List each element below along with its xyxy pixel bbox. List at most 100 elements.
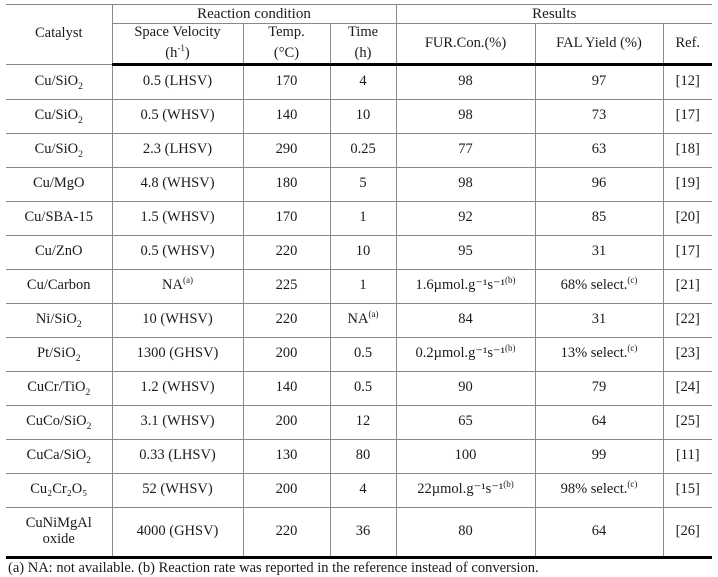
cell-ref: [15] (662, 472, 713, 508)
cell-temperature-value: 200 (275, 481, 298, 498)
cell-fur-conversion-value: 65 (458, 413, 473, 430)
cell-ref-value: [22] (675, 311, 700, 328)
cell-time: 10 (329, 98, 397, 134)
cell-ref-value: [17] (675, 107, 700, 124)
cell-time-value: 10 (355, 243, 371, 260)
cell-fal-yield-value: 63 (591, 141, 607, 158)
cell-fal-yield-superscript: (c) (627, 343, 638, 354)
cell-fur-conversion: 80 (395, 506, 536, 559)
cell-catalyst-subscript: 2 (85, 387, 91, 399)
cell-temperature: 200 (242, 404, 331, 440)
table-row: CuNiMgAl oxide 4000 (GHSV) 220 36 80 64 [26] (6, 506, 713, 559)
table-header: Catalyst Reaction condition Results Spac… (6, 3, 713, 66)
cell-space-velocity: 2.3 (LHSV) (111, 132, 244, 168)
cell-ref: [26] (662, 506, 713, 559)
cell-catalyst: Cu/Carbon (6, 268, 113, 304)
cell-space-velocity: 52 (WHSV) (111, 472, 244, 508)
cell-fur-conversion: 90 (395, 370, 536, 406)
cell-space-velocity-value: 52 (WHSV) (142, 481, 213, 498)
cell-fal-yield: 31 (534, 234, 664, 270)
cell-temperature: 200 (242, 472, 331, 508)
cell-space-velocity: 4000 (GHSV) (111, 506, 244, 559)
cell-fur-conversion: 95 (395, 234, 536, 270)
cell-temperature-value: 220 (275, 243, 298, 260)
cell-catalyst-value: Cu₂Cr₂O₅ (30, 481, 88, 498)
table-row: Cu/Carbon NA(a) 225 1 1.6µmol.g⁻¹s⁻¹(b) 68% s… (6, 268, 713, 304)
cell-fur-conversion-value: 0.2µmol.g⁻¹s⁻¹ (415, 345, 506, 362)
cell-catalyst-subscript: 2 (76, 319, 82, 331)
cell-fal-yield-value: 31 (591, 243, 607, 260)
cell-time-superscript: (a) (368, 309, 379, 320)
cell-fal-yield: 13% select.(c) (534, 336, 664, 372)
cell-ref-value: [11] (675, 447, 700, 464)
cell-fal-yield-value: 79 (591, 379, 607, 396)
cell-time-value: 1 (359, 277, 367, 294)
cell-ref-value: [23] (675, 345, 700, 362)
cell-fur-conversion-superscript: (b) (505, 275, 516, 286)
header-subcolumn-row: Space Velocity (h-1) Temp. (°C) Time (h)… (6, 23, 713, 66)
cell-temperature: 220 (242, 234, 331, 270)
cell-catalyst: CuNiMgAl oxide (6, 506, 113, 559)
cell-catalyst-value: Cu/SiO (34, 141, 79, 158)
cell-time-value: 4 (359, 481, 367, 498)
cell-time: 4 (329, 63, 397, 100)
table-row: Cu₂Cr₂O₅ 52 (WHSV) 200 4 22µmol.g⁻¹s⁻¹(b) 98%… (6, 472, 713, 508)
cell-time-value: 12 (355, 413, 371, 430)
cell-space-velocity: 1.2 (WHSV) (111, 370, 244, 406)
cell-ref: [20] (662, 200, 713, 236)
column-header-time-line2: (h) (354, 44, 372, 61)
cell-space-velocity: 1300 (GHSV) (111, 336, 244, 372)
cell-fal-yield: 31 (534, 302, 664, 338)
column-header-space-velocity-line1: Space Velocity (134, 24, 221, 41)
cell-catalyst: Ni/SiO2 (6, 302, 113, 338)
cell-time-value: 0.25 (350, 141, 376, 158)
cell-catalyst-value: Cu/ZnO (34, 243, 83, 260)
cell-catalyst-value: Cu/MgO (32, 175, 85, 192)
cell-space-velocity: 0.33 (LHSV) (111, 438, 244, 474)
column-header-time: Time (h) (329, 23, 397, 66)
cell-ref: [21] (662, 268, 713, 304)
cell-fal-yield-value: 68% select. (560, 277, 628, 294)
cell-temperature-value: 130 (275, 447, 298, 464)
cell-fal-yield: 68% select.(c) (534, 268, 664, 304)
cell-fal-yield: 64 (534, 404, 664, 440)
cell-fal-yield-superscript: (c) (627, 275, 638, 286)
cell-fal-yield: 79 (534, 370, 664, 406)
column-group-header-reaction-condition: Reaction condition (111, 3, 397, 25)
cell-ref-value: [21] (675, 277, 700, 294)
column-header-temperature: Temp. (°C) (242, 23, 331, 66)
cell-fal-yield: 64 (534, 506, 664, 559)
cell-time: 10 (329, 234, 397, 270)
cell-fal-yield-value: 98% select. (560, 481, 628, 498)
catalyst-comparison-table: Catalyst Reaction condition Results Spac… (6, 3, 713, 559)
cell-fur-conversion-value: 98 (458, 175, 473, 192)
cell-temperature-value: 225 (275, 277, 298, 294)
cell-space-velocity: 0.5 (WHSV) (111, 234, 244, 270)
cell-ref: [17] (662, 98, 713, 134)
cell-temperature-value: 170 (275, 209, 298, 226)
table-footnote: (a) NA: not available. (b) Reaction rate… (8, 560, 539, 576)
cell-fur-conversion: 98 (395, 166, 536, 202)
cell-fur-conversion-value: 1.6µmol.g⁻¹s⁻¹ (415, 277, 506, 294)
column-header-temperature-line1: Temp. (268, 24, 305, 41)
cell-time: 0.5 (329, 336, 397, 372)
cell-space-velocity: 0.5 (WHSV) (111, 98, 244, 134)
cell-space-velocity-value: NA (162, 277, 183, 294)
cell-ref-value: [19] (675, 175, 700, 192)
cell-fal-yield: 85 (534, 200, 664, 236)
cell-ref: [18] (662, 132, 713, 168)
cell-fur-conversion: 98 (395, 63, 536, 100)
cell-fur-conversion: 0.2µmol.g⁻¹s⁻¹(b) (395, 336, 536, 372)
cell-catalyst: CuCo/SiO2 (6, 404, 113, 440)
cell-ref-value: [24] (675, 379, 700, 396)
table-body: Cu/SiO2 0.5 (LHSV) 170 4 98 97 [12] Cu/SiO2 0.5 … (6, 63, 713, 559)
cell-temperature: 200 (242, 336, 331, 372)
cell-space-velocity-value: 10 (WHSV) (142, 311, 213, 328)
cell-catalyst: Cu/ZnO (6, 234, 113, 270)
cell-ref: [19] (662, 166, 713, 202)
cell-catalyst: Cu/SiO2 (6, 98, 113, 134)
cell-ref-value: [25] (675, 413, 700, 430)
cell-time: 1 (329, 268, 397, 304)
cell-fal-yield-value: 31 (591, 311, 607, 328)
space-velocity-unit-tail: ) (184, 44, 190, 61)
